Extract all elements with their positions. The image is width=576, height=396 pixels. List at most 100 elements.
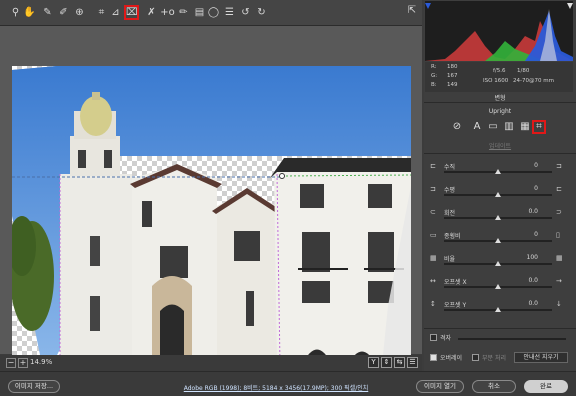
slider-value[interactable]: 0 <box>524 231 538 238</box>
lens: 24-70@70 mm <box>513 78 554 84</box>
upright-auto-icon[interactable]: A <box>470 120 484 134</box>
adjustment-brush-icon[interactable]: ✏ <box>176 5 191 20</box>
slider-thumb[interactable] <box>495 307 501 312</box>
b-value: 149 <box>447 82 458 88</box>
rotate-cw-icon[interactable]: ↻ <box>254 5 269 20</box>
shutter: 1/80 <box>517 68 530 74</box>
overlay-checkbox[interactable] <box>430 354 437 361</box>
r-label: R: <box>431 64 437 70</box>
slider-thumb[interactable] <box>495 261 501 266</box>
transform-tool-icon[interactable]: ⌧ <box>124 5 139 20</box>
slider-value[interactable]: 0.0 <box>524 300 538 307</box>
slider-thumb[interactable] <box>495 192 501 197</box>
color-sampler-icon[interactable]: ✐ <box>56 5 71 20</box>
upright-level-icon[interactable]: ▭ <box>486 120 500 134</box>
open-image-button[interactable]: 이미지 열기 <box>416 380 464 393</box>
slider-thumb[interactable] <box>495 284 501 289</box>
slider-label: 회전 <box>444 210 456 217</box>
white-balance-icon[interactable]: ✎ <box>40 5 55 20</box>
zoom-in-button[interactable]: + <box>18 358 28 368</box>
slider-label: 비율 <box>444 256 456 263</box>
graduated-filter-icon[interactable]: ▤ <box>192 5 207 20</box>
straighten-tool-icon[interactable]: ⊿ <box>108 5 123 20</box>
slider-1[interactable]: ⊐ 수평 0 ⊏ <box>424 185 576 201</box>
red-eye-icon[interactable]: +o <box>160 5 175 20</box>
slider-value[interactable]: 100 <box>524 254 538 261</box>
grid-checkbox[interactable] <box>430 334 437 341</box>
preview-toggle-button[interactable]: Y <box>368 357 379 368</box>
color-checkbox[interactable] <box>472 354 479 361</box>
iso: ISO 1600 <box>483 78 509 84</box>
zoom-out-button[interactable]: − <box>6 358 16 368</box>
slider-thumb[interactable] <box>495 169 501 174</box>
upright-off-icon[interactable]: ⊘ <box>450 120 464 134</box>
slider-right-icon: → <box>556 277 562 285</box>
slider-value[interactable]: 0 <box>524 185 538 192</box>
slider-label: 오프셋 X <box>444 279 467 286</box>
radial-filter-icon[interactable]: ◯ <box>206 5 221 20</box>
spot-removal-icon[interactable]: ✗ <box>144 5 159 20</box>
done-button[interactable]: 완료 <box>524 380 568 393</box>
presets-icon[interactable]: ☰ <box>222 5 237 20</box>
slider-5[interactable]: ↔ 오프셋 X 0.0 → <box>424 277 576 293</box>
adjustment-panel: R: 180 G: 167 B: 149 f/5.6 1/80 ISO 1600… <box>424 0 576 371</box>
slider-left-icon: ▭ <box>430 231 437 239</box>
slider-left-icon: ▦ <box>430 254 437 262</box>
image-canvas[interactable] <box>0 26 422 365</box>
zoom-tool-icon[interactable]: ⚲ <box>8 5 23 20</box>
overlay-label: 오버레이 <box>440 355 463 362</box>
grid-slider[interactable] <box>458 338 566 340</box>
histogram <box>425 1 573 61</box>
r-value: 180 <box>447 64 458 70</box>
slider-left-icon: ⊏ <box>430 162 436 170</box>
section-title: 변형 <box>494 95 506 102</box>
slider-right-icon: ▦ <box>556 254 563 262</box>
slider-right-icon: ▯ <box>556 231 560 239</box>
slider-label: 종횡비 <box>444 233 461 240</box>
hand-tool-icon[interactable]: ✋ <box>22 5 37 20</box>
slider-3[interactable]: ▭ 종횡비 0 ▯ <box>424 231 576 247</box>
slider-value[interactable]: 0.0 <box>524 208 538 215</box>
clear-guides-button[interactable]: 안내선 지우기 <box>514 352 568 363</box>
slider-2[interactable]: ⊂ 회전 0.0 ⊃ <box>424 208 576 224</box>
workflow-options-link[interactable]: Adobe RGB (1998); 8비트; 5184 x 3456(17.9M… <box>176 383 376 392</box>
slider-right-icon: ⊐ <box>556 162 562 170</box>
aperture: f/5.6 <box>493 68 506 74</box>
slider-label: 수직 <box>444 164 456 171</box>
zoom-level[interactable]: 14.9% <box>30 358 52 366</box>
b-label: B: <box>431 82 437 88</box>
g-value: 167 <box>447 73 458 79</box>
slider-0[interactable]: ⊏ 수직 0 ⊐ <box>424 162 576 178</box>
slider-thumb[interactable] <box>495 215 501 220</box>
slider-4[interactable]: ▦ 비율 100 ▦ <box>424 254 576 270</box>
upright-guided-icon[interactable]: ⌗ <box>532 120 546 134</box>
bottom-bar: 이미지 저장... Adobe RGB (1998); 8비트; 5184 x … <box>0 371 576 396</box>
export-icon[interactable]: ⇱ <box>405 5 419 19</box>
camera-info: R: 180 G: 167 B: 149 f/5.6 1/80 ISO 1600… <box>425 62 573 92</box>
targeted-adjustment-icon[interactable]: ⊕ <box>72 5 87 20</box>
slider-left-icon: ↕ <box>430 300 436 308</box>
color-label: 부분 처리 <box>482 355 506 362</box>
slider-value[interactable]: 0 <box>524 162 538 169</box>
preferences-button[interactable]: ☰ <box>407 357 418 368</box>
g-label: G: <box>431 73 438 79</box>
upright-full-icon[interactable]: ▦ <box>518 120 532 134</box>
slider-right-icon: ↓ <box>556 300 562 308</box>
status-bar: − + 14.9% Y ⇕ ⇆ ☰ <box>0 355 422 371</box>
rotate-ccw-icon[interactable]: ↺ <box>238 5 253 20</box>
update-link[interactable]: 업데이트 <box>424 141 576 150</box>
before-after-button[interactable]: ⇕ <box>381 357 392 368</box>
save-image-button[interactable]: 이미지 저장... <box>8 380 60 393</box>
slider-right-icon: ⊃ <box>556 208 562 216</box>
cancel-button[interactable]: 취소 <box>472 380 516 393</box>
swap-button[interactable]: ⇆ <box>394 357 405 368</box>
image-preview[interactable] <box>12 66 411 365</box>
slider-value[interactable]: 0.0 <box>524 277 538 284</box>
crop-tool-icon[interactable]: ⌗ <box>94 5 109 20</box>
slider-6[interactable]: ↕ 오프셋 Y 0.0 ↓ <box>424 300 576 316</box>
upright-vertical-icon[interactable]: ▥ <box>502 120 516 134</box>
slider-left-icon: ↔ <box>430 277 436 285</box>
slider-thumb[interactable] <box>495 238 501 243</box>
grid-label: 격자 <box>440 335 452 342</box>
upright-label: Upright <box>488 108 512 115</box>
